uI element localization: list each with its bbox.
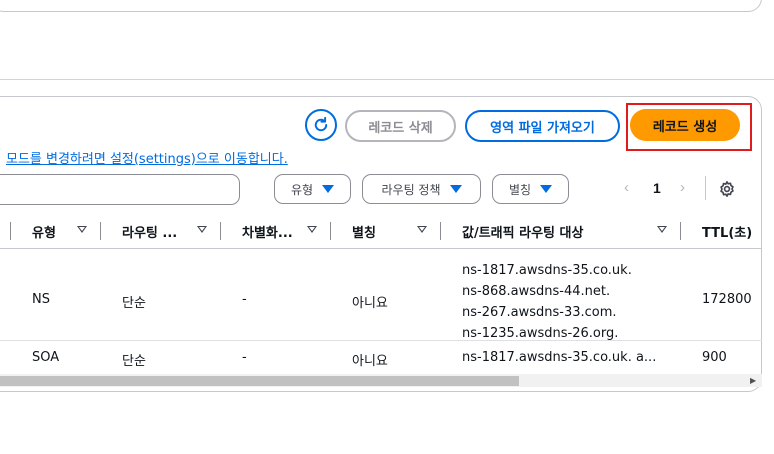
sort-icon[interactable] — [417, 226, 427, 233]
column-header-routing[interactable]: 라우팅 ... — [122, 222, 177, 241]
column-header-differentiator[interactable]: 차별화... — [242, 222, 293, 241]
chevron-left-icon[interactable]: ‹ — [624, 179, 629, 196]
sort-icon[interactable] — [77, 226, 87, 233]
cell-type: NS — [32, 292, 50, 307]
column-header-value[interactable]: 값/트래픽 라우팅 대상 — [462, 222, 583, 241]
column-separator — [100, 222, 101, 240]
cell-alias: 아니요 — [352, 296, 388, 311]
sort-icon[interactable] — [307, 226, 317, 233]
cell-values: ns-1817.awsdns-35.co.uk. a... — [462, 350, 657, 365]
cell-differentiator: - — [242, 292, 247, 307]
refresh-icon — [314, 116, 328, 132]
scrollbar-thumb[interactable] — [0, 376, 519, 386]
column-separator — [330, 222, 331, 240]
value-line: ns-1817.awsdns-35.co.uk. — [462, 263, 632, 278]
header-divider — [0, 248, 762, 249]
caret-down-icon — [449, 185, 462, 193]
top-panel — [0, 0, 762, 12]
cell-routing: 단순 — [122, 354, 146, 369]
cell-differentiator: - — [242, 350, 247, 365]
page-number[interactable]: 1 — [653, 180, 661, 196]
caret-down-icon — [322, 185, 335, 193]
pager-divider — [705, 176, 706, 200]
settings-link[interactable]: 모드를 변경하려면 설정(settings)으로 이동합니다. — [6, 148, 288, 167]
column-separator — [440, 222, 441, 240]
caret-down-icon — [540, 185, 553, 193]
gear-icon[interactable] — [718, 180, 736, 198]
search-input[interactable] — [0, 174, 240, 205]
cell-routing: 단순 — [122, 296, 146, 311]
cell-values: ns-1817.awsdns-35.co.uk. ns-868.awsdns-4… — [462, 260, 632, 344]
filter-type[interactable]: 유형 — [274, 174, 351, 204]
row-divider — [0, 340, 762, 341]
cell-ttl: 900 — [702, 350, 727, 365]
sort-icon[interactable] — [197, 226, 207, 233]
import-zone-file-button[interactable]: 영역 파일 가져오기 — [465, 110, 620, 142]
column-separator — [10, 222, 11, 240]
filter-alias-label: 별칭 — [508, 182, 532, 197]
delete-record-button[interactable]: 레코드 삭제 — [345, 110, 456, 142]
highlight-box — [626, 103, 752, 151]
filter-routing-policy[interactable]: 라우팅 정책 — [362, 174, 481, 204]
value-line: ns-267.awsdns-33.com. — [462, 305, 617, 320]
column-separator — [220, 222, 221, 240]
cell-alias: 아니요 — [352, 354, 388, 369]
value-line: ns-868.awsdns-44.net. — [462, 284, 611, 299]
divider — [0, 79, 774, 80]
cell-type: SOA — [32, 350, 60, 365]
filter-routing-label: 라우팅 정책 — [381, 182, 441, 197]
column-header-type[interactable]: 유형 — [32, 222, 56, 241]
scroll-right-icon[interactable]: ▶ — [750, 376, 756, 385]
sort-icon[interactable] — [657, 226, 667, 233]
column-header-alias[interactable]: 별칭 — [352, 222, 376, 241]
chevron-right-icon[interactable]: › — [680, 179, 685, 196]
column-header-ttl[interactable]: TTL(초) — [702, 222, 752, 241]
filter-type-label: 유형 — [290, 182, 314, 197]
refresh-button[interactable] — [305, 109, 337, 141]
column-separator — [680, 222, 681, 240]
cell-ttl: 172800 — [702, 292, 752, 307]
filter-alias[interactable]: 별칭 — [492, 174, 569, 204]
